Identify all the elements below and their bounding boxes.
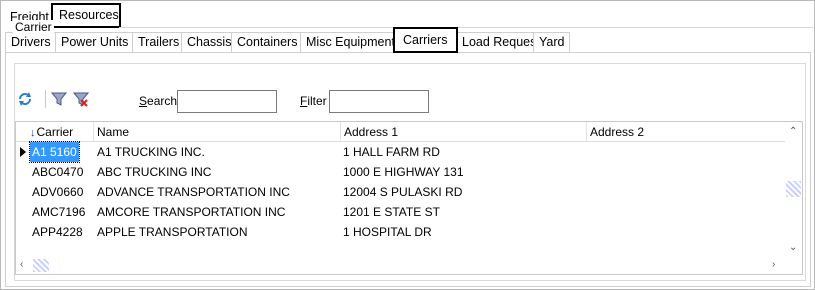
filter-button[interactable] (49, 89, 69, 109)
top-tab-divider (119, 27, 813, 28)
cell-address1[interactable]: 1201 E STATE ST (343, 202, 440, 222)
column-header-carrier-label: Carrier (36, 125, 74, 139)
search-input[interactable] (177, 90, 277, 113)
group-title: Carrier (13, 20, 54, 34)
scroll-right-icon[interactable]: › (772, 259, 775, 270)
scroll-up-icon[interactable]: ⌃ (789, 126, 797, 137)
tab-misc-equipment[interactable]: Misc Equipment (300, 32, 401, 53)
cell-address1[interactable]: 1 HOSPITAL DR (343, 222, 432, 242)
tab-resources[interactable]: Resources (51, 3, 121, 28)
table-row[interactable]: APP4228 APPLE TRANSPORTATION 1 HOSPITAL … (16, 222, 786, 242)
scroll-left-icon[interactable]: ‹ (20, 259, 23, 270)
scroll-down-icon[interactable]: ⌄ (789, 242, 797, 253)
toolbar-separator (45, 90, 46, 108)
refresh-button[interactable] (15, 89, 35, 109)
toolbar: Search Filter (11, 87, 801, 113)
sort-arrow-icon: ↓ (30, 127, 36, 139)
grid-rows: A1 5160 A1 TRUCKING INC. 1 HALL FARM RD … (16, 141, 786, 242)
table-row[interactable]: AMC7196 AMCORE TRANSPORTATION INC 1201 E… (16, 202, 786, 222)
cell-address1[interactable]: 12004 S PULASKI RD (343, 182, 462, 202)
search-label-text: earch (147, 94, 178, 108)
cell-name[interactable]: ADVANCE TRANSPORTATION INC (97, 182, 290, 202)
cell-carrier[interactable]: AMC7196 (32, 202, 85, 222)
tab-yard[interactable]: Yard (533, 32, 571, 53)
vertical-scrollbar[interactable]: ⌃ ⌄ (785, 122, 802, 258)
column-header-address1[interactable]: Address 1 (341, 122, 587, 142)
filter-label: Filter (300, 94, 327, 108)
column-header-carrier[interactable]: ↓Carrier (16, 122, 94, 142)
carrier-window: Freight Resources Drivers Power Units Tr… (0, 0, 815, 290)
filter-icon (51, 92, 67, 106)
cell-address1[interactable]: 1000 E HIGHWAY 131 (343, 162, 464, 182)
vertical-scroll-thumb[interactable] (786, 181, 801, 197)
column-header-name[interactable]: Name (94, 122, 341, 142)
tab-chassis[interactable]: Chassis (181, 32, 238, 53)
top-tab-strip: Freight Resources (2, 2, 814, 28)
cell-carrier[interactable]: A1 5160 (29, 141, 80, 163)
cell-address1[interactable]: 1 HALL FARM RD (343, 142, 440, 162)
cell-carrier[interactable]: APP4228 (32, 222, 83, 242)
grid-header: ↓Carrier Name Address 1 Address 2 (16, 122, 786, 142)
tab-containers[interactable]: Containers (231, 32, 304, 53)
tab-power-units[interactable]: Power Units (55, 32, 135, 53)
clear-filter-button[interactable] (71, 89, 91, 109)
sub-tab-strip: Drivers Power Units Trailers Chassis Con… (5, 27, 811, 53)
cell-carrier[interactable]: ADV0660 (32, 182, 83, 202)
filter-input[interactable] (329, 90, 429, 113)
carrier-grid[interactable]: ↓Carrier Name Address 1 Address 2 A1 516… (15, 121, 803, 275)
tab-trailers[interactable]: Trailers (132, 32, 186, 53)
filter-label-text: ilter (307, 94, 327, 108)
cell-name[interactable]: APPLE TRANSPORTATION (97, 222, 247, 242)
search-label-accel: S (139, 94, 148, 108)
scrollbar-corner (785, 257, 802, 274)
column-header-address2[interactable]: Address 2 (587, 122, 786, 142)
clear-filter-icon (73, 92, 89, 107)
tab-drivers[interactable]: Drivers (5, 32, 57, 53)
horizontal-scrollbar[interactable]: ‹ › (16, 257, 786, 274)
tab-carriers[interactable]: Carriers (393, 27, 458, 53)
cell-name[interactable]: ABC TRUCKING INC (97, 162, 211, 182)
table-row[interactable]: ABC0470 ABC TRUCKING INC 1000 E HIGHWAY … (16, 162, 786, 182)
cell-carrier[interactable]: ABC0470 (32, 162, 83, 182)
current-row-indicator-icon (20, 147, 26, 157)
table-row[interactable]: A1 5160 A1 TRUCKING INC. 1 HALL FARM RD (16, 141, 786, 163)
refresh-icon (19, 92, 31, 106)
cell-name[interactable]: AMCORE TRANSPORTATION INC (97, 202, 285, 222)
cell-name[interactable]: A1 TRUCKING INC. (97, 142, 205, 162)
search-label: Search (139, 94, 177, 108)
horizontal-scroll-thumb[interactable] (33, 259, 49, 272)
table-row[interactable]: ADV0660 ADVANCE TRANSPORTATION INC 12004… (16, 182, 786, 202)
